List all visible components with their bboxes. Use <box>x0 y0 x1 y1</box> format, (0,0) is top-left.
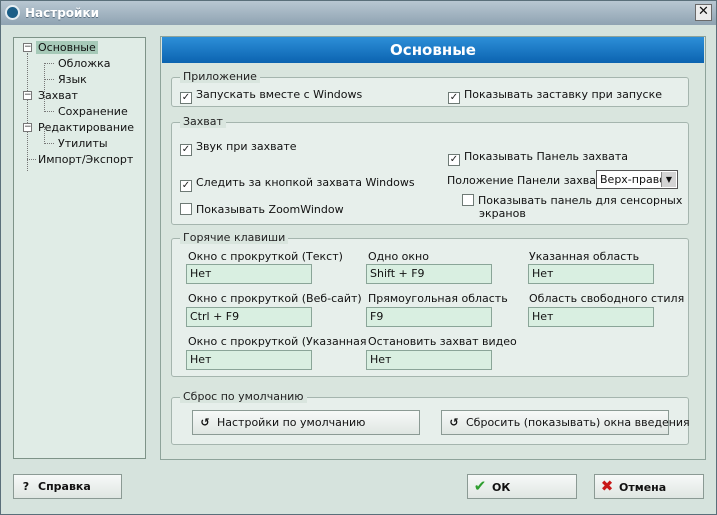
tree-item-saving[interactable]: Сохранение <box>56 104 130 119</box>
tree-item-capture[interactable]: Захват <box>36 88 80 103</box>
group-title: Сброс по умолчанию <box>180 390 307 403</box>
hotkey-label: Окно с прокруткой (Текст) <box>188 250 343 263</box>
tree-item-label: Редактирование <box>38 121 134 134</box>
chevron-down-icon: ▼ <box>661 172 676 187</box>
settings-tree[interactable]: − Основные Обложка Язык − Захват Сохране… <box>13 37 146 459</box>
tree-item-label: Язык <box>58 73 87 86</box>
settings-panel: Основные Приложение ✓ Запускать вместе с … <box>160 36 706 460</box>
checkbox-check-icon: ✓ <box>448 92 460 104</box>
tree-connector <box>27 159 36 160</box>
tree-item-language[interactable]: Язык <box>56 72 89 87</box>
hotkey-label: Окно с прокруткой (Указанная <box>188 335 367 348</box>
hotkey-rectangle-field[interactable]: F9 <box>366 307 492 327</box>
reset-intro-windows-button[interactable]: ↺ Сбросить (показывать) окна введения <box>441 410 690 435</box>
checkbox-check-icon: ✓ <box>180 180 192 192</box>
hotkey-label: Одно окно <box>368 250 429 263</box>
tree-expander-minus-icon[interactable]: − <box>23 123 32 132</box>
hotkey-label: Область свободного стиля <box>529 292 685 305</box>
hotkey-freestyle-field[interactable]: Нет <box>528 307 654 327</box>
tree-connector <box>44 143 54 144</box>
title-bar[interactable]: Настройки ✕ <box>1 1 716 25</box>
capture-group: Захват ✓ Звук при захвате ✓ Показывать Пан… <box>171 115 689 225</box>
tree-item-general[interactable]: Основные <box>36 40 98 55</box>
follow-capture-key-checkbox[interactable]: ✓ Следить за кнопкой захвата Windows <box>180 176 415 192</box>
tree-item-editing[interactable]: Редактирование <box>36 120 136 135</box>
panel-title: Основные <box>162 37 704 63</box>
show-splash-checkbox[interactable]: ✓ Показывать заставку при запуске <box>448 88 662 104</box>
hotkey-label: Остановить захват видео <box>368 335 517 348</box>
question-icon: ? <box>22 480 30 493</box>
checkbox-check-icon: ✓ <box>180 92 192 104</box>
checkbox-label: Следить за кнопкой захвата Windows <box>196 176 415 189</box>
touch-panel-label-2: экранов <box>479 207 526 220</box>
window-title: Настройки <box>25 6 100 20</box>
tree-connector <box>27 53 28 171</box>
tree-expander-minus-icon[interactable]: − <box>23 91 32 100</box>
group-title: Приложение <box>180 70 260 83</box>
run-with-windows-checkbox[interactable]: ✓ Запускать вместе с Windows <box>180 88 362 104</box>
hotkey-single-window-field[interactable]: Shift + F9 <box>366 264 492 284</box>
panel-position-select[interactable]: Верх-право ▼ <box>596 170 678 189</box>
settings-window: Настройки ✕ − Основные Обложка Язык − За… <box>0 0 717 515</box>
restore-defaults-button[interactable]: ↺ Настройки по умолчанию <box>192 410 420 435</box>
checkmark-icon: ✔ <box>473 477 487 495</box>
checkbox-empty-icon <box>462 194 474 206</box>
close-button[interactable]: ✕ <box>695 4 712 21</box>
reset-icon: ↺ <box>200 416 210 429</box>
group-title: Горячие клавиши <box>180 231 289 244</box>
tree-item-skin[interactable]: Обложка <box>56 56 113 71</box>
tree-item-label: Сохранение <box>58 105 128 118</box>
panel-position-label: Положение Панели захвата <box>447 174 610 187</box>
checkbox-label: Показывать ZoomWindow <box>196 203 344 216</box>
tree-item-label: Импорт/Экспорт <box>38 153 134 166</box>
capture-sound-checkbox[interactable]: ✓ Звук при захвате <box>180 140 297 156</box>
checkbox-label: Показывать панель для сенсорных <box>478 194 683 207</box>
cancel-button[interactable]: ✖ Отмена <box>594 474 704 499</box>
ok-button[interactable]: ✔ ОК <box>467 474 577 499</box>
tree-connector <box>44 63 54 64</box>
hotkey-scroll-text-field[interactable]: Нет <box>186 264 312 284</box>
button-label: Справка <box>38 480 91 493</box>
tree-item-label: Обложка <box>58 57 111 70</box>
checkbox-label: Показывать Панель захвата <box>464 150 628 163</box>
help-button[interactable]: ? Справка <box>13 474 122 499</box>
tree-item-import-export[interactable]: Импорт/Экспорт <box>36 152 135 167</box>
touch-panel-checkbox[interactable]: Показывать панель для сенсорных <box>462 194 682 207</box>
hotkeys-group: Горячие клавиши Окно с прокруткой (Текст… <box>171 231 689 377</box>
checkbox-empty-icon <box>180 203 192 215</box>
cross-icon: ✖ <box>600 477 614 495</box>
close-icon: ✕ <box>698 4 709 19</box>
checkbox-label: Запускать вместе с Windows <box>196 88 363 101</box>
select-value: Верх-право <box>600 173 666 186</box>
checkbox-label: Показывать заставку при запуске <box>464 88 663 101</box>
tree-connector <box>44 79 54 80</box>
checkbox-check-icon: ✓ <box>180 144 192 156</box>
hotkey-scroll-region-field[interactable]: Нет <box>186 350 312 370</box>
hotkey-region-field[interactable]: Нет <box>528 264 654 284</box>
reset-group: Сброс по умолчанию ↺ Настройки по умолчан… <box>171 390 690 445</box>
hotkey-label: Указанная область <box>529 250 640 263</box>
tree-item-utilities[interactable]: Утилиты <box>56 136 110 151</box>
hotkey-scroll-website-field[interactable]: Ctrl + F9 <box>186 307 312 327</box>
checkbox-check-icon: ✓ <box>448 154 460 166</box>
tree-item-label: Утилиты <box>58 137 108 150</box>
button-label: ОК <box>492 481 511 494</box>
checkbox-label: Звук при захвате <box>196 140 297 153</box>
tree-connector <box>44 111 54 112</box>
tree-item-label: Захват <box>38 89 78 102</box>
tree-item-label: Основные <box>36 41 98 54</box>
hotkey-label: Окно с прокруткой (Веб-сайт) <box>188 292 362 305</box>
tree-expander-minus-icon[interactable]: − <box>23 43 32 52</box>
hotkey-label: Прямоугольная область <box>368 292 508 305</box>
app-camera-icon <box>5 5 20 20</box>
application-group: Приложение ✓ Запускать вместе с Windows ✓… <box>171 70 689 107</box>
reset-icon: ↺ <box>449 416 459 429</box>
button-label: Сбросить (показывать) окна введения <box>466 416 690 429</box>
zoom-window-checkbox[interactable]: Показывать ZoomWindow <box>180 203 344 216</box>
button-label: Настройки по умолчанию <box>217 416 366 429</box>
button-label: Отмена <box>619 481 667 494</box>
group-title: Захват <box>180 115 226 128</box>
hotkey-stop-video-field[interactable]: Нет <box>366 350 492 370</box>
show-capture-panel-checkbox[interactable]: ✓ Показывать Панель захвата <box>448 150 628 166</box>
